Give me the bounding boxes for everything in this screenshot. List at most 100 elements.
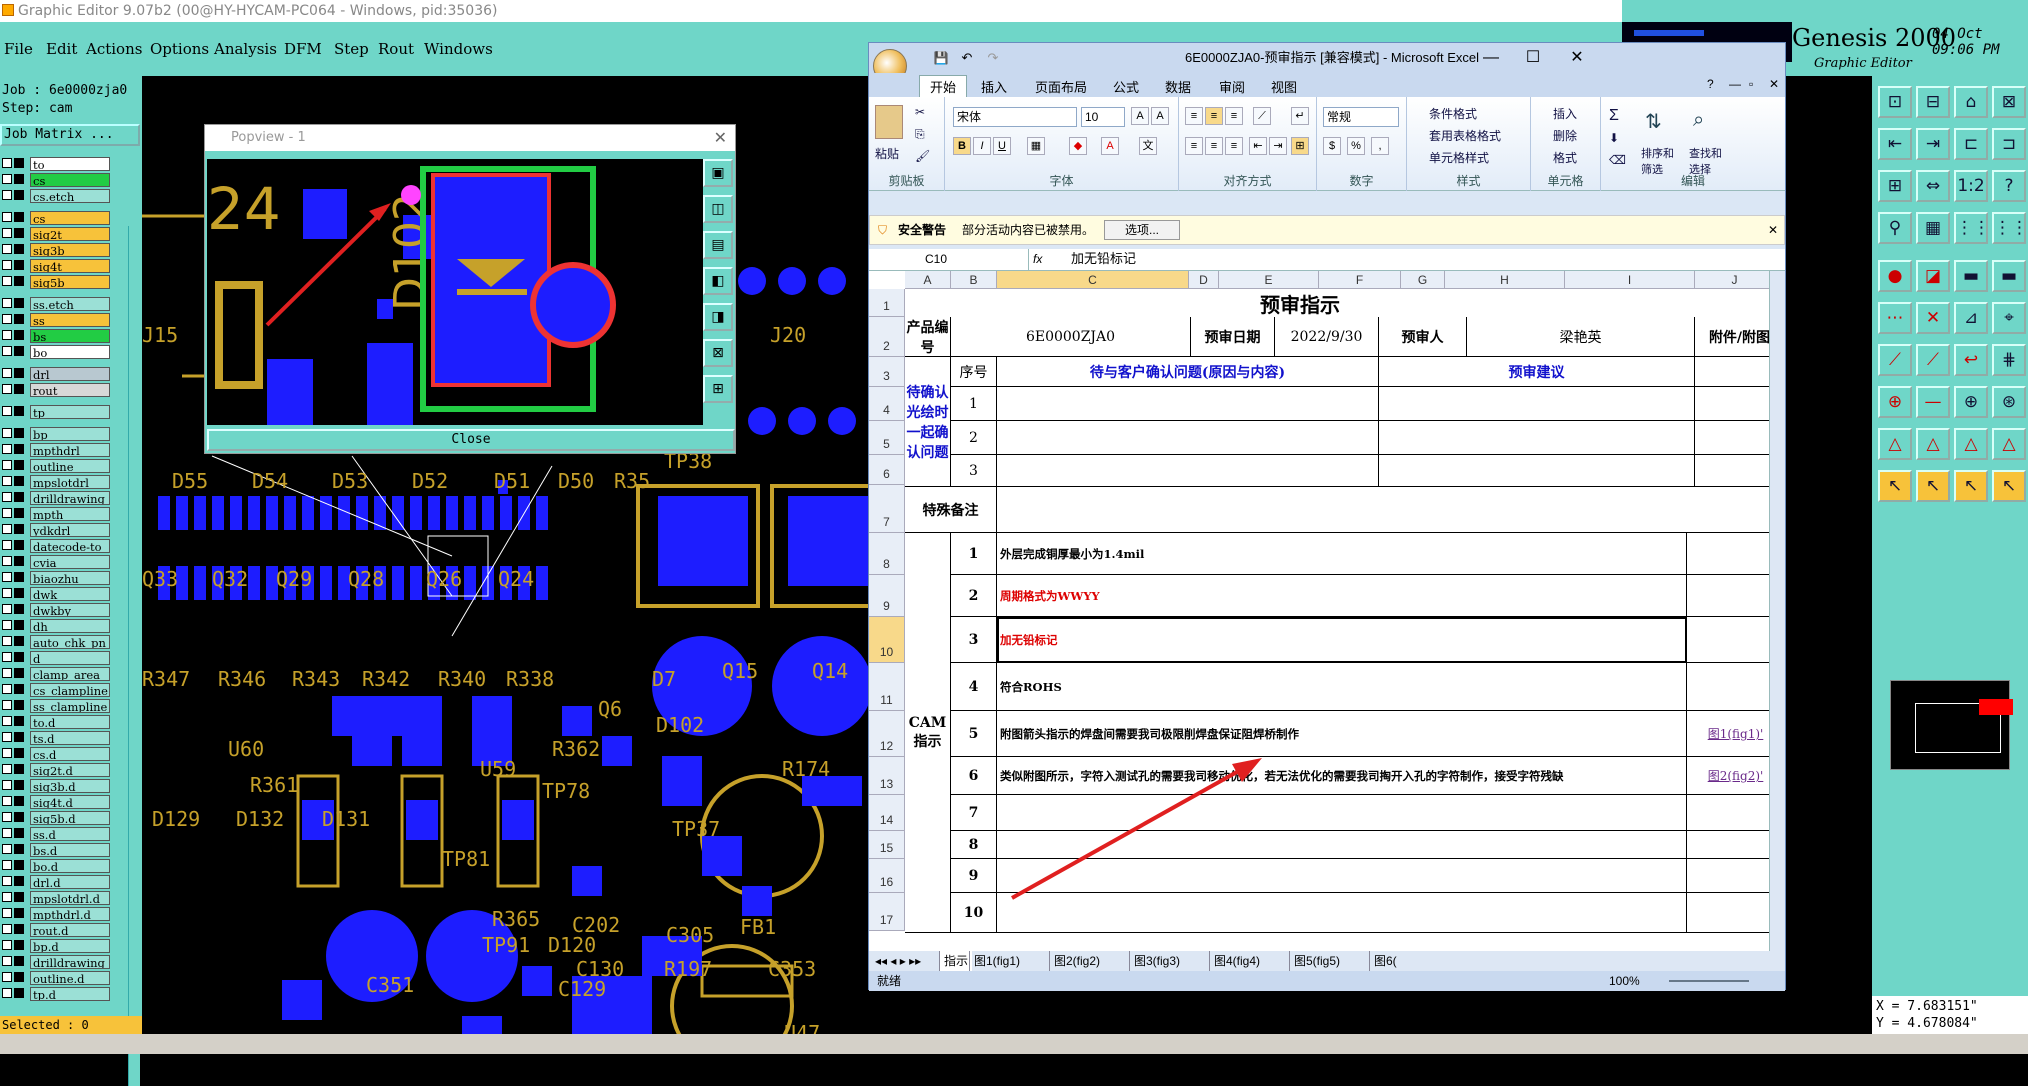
layer-name[interactable]: outline bbox=[30, 459, 110, 473]
sheet-nav-icons[interactable]: ◂◂ ◂ ▸ ▸▸ bbox=[875, 951, 921, 971]
row-header[interactable]: 17 bbox=[869, 893, 905, 931]
layer-name[interactable]: sig2t.d bbox=[30, 763, 110, 777]
tool-button-20[interactable]: ⋯ bbox=[1878, 302, 1912, 334]
layer-checkbox[interactable] bbox=[2, 908, 12, 918]
item-text[interactable]: 类似附图所示，字符入测试孔的需要我司移动优化，若无法优化的需要我司掏开入孔的字符… bbox=[997, 757, 1687, 795]
layer-checkbox[interactable] bbox=[2, 892, 12, 902]
layer-row[interactable]: bp bbox=[0, 426, 142, 442]
item-number[interactable]: 7 bbox=[951, 795, 997, 831]
layer-affected-marker[interactable] bbox=[14, 406, 24, 416]
align-right-icon[interactable]: ≡ bbox=[1225, 137, 1243, 155]
layer-name[interactable]: drilldrawing bbox=[30, 491, 110, 505]
layer-checkbox[interactable] bbox=[2, 972, 12, 982]
layer-name[interactable]: mpth bbox=[30, 507, 110, 521]
menu-actions[interactable]: Actions bbox=[86, 40, 142, 58]
layer-checkbox[interactable] bbox=[2, 346, 12, 356]
tool-button-7[interactable]: ⊐ bbox=[1992, 128, 2026, 160]
popview-close-button[interactable]: Close bbox=[207, 429, 735, 451]
menu-analysis[interactable]: Analysis bbox=[214, 40, 277, 58]
layer-name[interactable]: tp bbox=[30, 405, 110, 419]
layer-row[interactable]: dh bbox=[0, 618, 142, 634]
borders-icon[interactable]: ▦ bbox=[1027, 137, 1045, 155]
layer-name[interactable]: sig2t bbox=[30, 227, 110, 241]
item-text[interactable]: 外层完成铜厚最小为1.4mil bbox=[997, 533, 1687, 575]
layer-checkbox[interactable] bbox=[2, 276, 12, 286]
decrease-indent-icon[interactable]: ⇤ bbox=[1249, 137, 1267, 155]
special-cell[interactable] bbox=[997, 487, 1785, 533]
fill-icon[interactable]: ⬇ bbox=[1609, 131, 1619, 145]
percent-icon[interactable]: % bbox=[1347, 137, 1365, 155]
font-size-combo[interactable]: 10 bbox=[1081, 107, 1125, 127]
align-center-icon[interactable]: ≡ bbox=[1205, 137, 1223, 155]
tool-button-1[interactable]: ⊟ bbox=[1916, 86, 1950, 118]
row-header[interactable]: 2 bbox=[869, 317, 905, 357]
layer-row[interactable]: ydkdrl bbox=[0, 522, 142, 538]
layer-name[interactable]: datecode-to bbox=[30, 539, 110, 553]
help-icon[interactable]: ? bbox=[1707, 77, 1714, 91]
layer-name[interactable]: cs bbox=[30, 211, 110, 225]
seq-cell[interactable]: 1 bbox=[951, 387, 997, 421]
layer-name[interactable]: bs.d bbox=[30, 843, 110, 857]
wrap-text-icon[interactable]: ↵ bbox=[1291, 107, 1309, 125]
layer-name[interactable]: drl.d bbox=[30, 875, 110, 889]
column-header[interactable]: C bbox=[997, 271, 1189, 289]
layer-name[interactable]: ss_clampline bbox=[30, 699, 110, 713]
tool-button-25[interactable]: ⟋ bbox=[1916, 344, 1950, 376]
layer-affected-marker[interactable] bbox=[14, 620, 24, 630]
layer-name[interactable]: cs.d bbox=[30, 747, 110, 761]
layer-row[interactable]: d bbox=[0, 650, 142, 666]
layer-checkbox[interactable] bbox=[2, 940, 12, 950]
item-text[interactable] bbox=[997, 893, 1687, 933]
layer-name[interactable]: ss bbox=[30, 313, 110, 327]
layer-name[interactable]: outline.d bbox=[30, 971, 110, 985]
layer-row[interactable]: ss bbox=[0, 312, 142, 328]
tool-button-39[interactable]: ↖ bbox=[1992, 470, 2026, 502]
layer-checkbox[interactable] bbox=[2, 876, 12, 886]
layer-affected-marker[interactable] bbox=[14, 924, 24, 934]
tab-home[interactable]: 开始 bbox=[919, 75, 968, 97]
paste-label[interactable]: 粘贴 bbox=[875, 145, 899, 162]
layer-affected-marker[interactable] bbox=[14, 764, 24, 774]
popview-tool-5[interactable]: ◨ bbox=[703, 303, 733, 331]
layer-row[interactable]: rout bbox=[0, 382, 142, 398]
column-header[interactable]: F bbox=[1319, 271, 1401, 289]
ribbon-close[interactable]: ✕ bbox=[1769, 77, 1779, 91]
review-date[interactable]: 2022/9/30 bbox=[1275, 317, 1379, 357]
phonetic-icon[interactable]: 文 bbox=[1139, 137, 1157, 155]
format-cells-button[interactable]: 格式 bbox=[1553, 149, 1577, 166]
tool-button-5[interactable]: ⇥ bbox=[1916, 128, 1950, 160]
layer-row[interactable]: cvia bbox=[0, 554, 142, 570]
layer-affected-marker[interactable] bbox=[14, 860, 24, 870]
tool-button-33[interactable]: △ bbox=[1916, 428, 1950, 460]
align-bottom-icon[interactable]: ≡ bbox=[1225, 107, 1243, 125]
sheet-tab[interactable]: 图4(fig4) bbox=[1209, 951, 1264, 971]
suggest-header[interactable]: 预审建议 bbox=[1379, 357, 1695, 387]
layer-row[interactable]: bs.d bbox=[0, 842, 142, 858]
layer-affected-marker[interactable] bbox=[14, 812, 24, 822]
tool-button-2[interactable]: ⌂ bbox=[1954, 86, 1988, 118]
layer-affected-marker[interactable] bbox=[14, 346, 24, 356]
layer-checkbox[interactable] bbox=[2, 406, 12, 416]
item-number[interactable]: 9 bbox=[951, 859, 997, 893]
layer-affected-marker[interactable] bbox=[14, 908, 24, 918]
tool-button-24[interactable]: ⟋ bbox=[1878, 344, 1912, 376]
layer-name[interactable]: sig5b bbox=[30, 275, 110, 289]
row-header[interactable]: 10 bbox=[869, 617, 905, 663]
layer-checkbox[interactable] bbox=[2, 604, 12, 614]
tab-review[interactable]: 审阅 bbox=[1219, 77, 1245, 96]
layer-row[interactable]: cs bbox=[0, 210, 142, 226]
seq-cell[interactable]: 3 bbox=[951, 455, 997, 487]
font-color-icon[interactable]: A bbox=[1101, 137, 1119, 155]
tool-button-3[interactable]: ⊠ bbox=[1992, 86, 2026, 118]
layer-checkbox[interactable] bbox=[2, 812, 12, 822]
italic-button[interactable]: I bbox=[973, 137, 991, 155]
layer-checkbox[interactable] bbox=[2, 298, 12, 308]
number-format-combo[interactable]: 常规 bbox=[1323, 107, 1399, 127]
font-name-combo[interactable]: 宋体 bbox=[953, 107, 1077, 127]
issue-header[interactable]: 待与客户确认问题(原因与内容) bbox=[997, 357, 1379, 387]
layer-affected-marker[interactable] bbox=[14, 158, 24, 168]
issue-cell[interactable] bbox=[997, 455, 1379, 487]
tool-button-0[interactable]: ⊡ bbox=[1878, 86, 1912, 118]
layer-checkbox[interactable] bbox=[2, 384, 12, 394]
layer-name[interactable]: auto_chk_pn bbox=[30, 635, 110, 649]
